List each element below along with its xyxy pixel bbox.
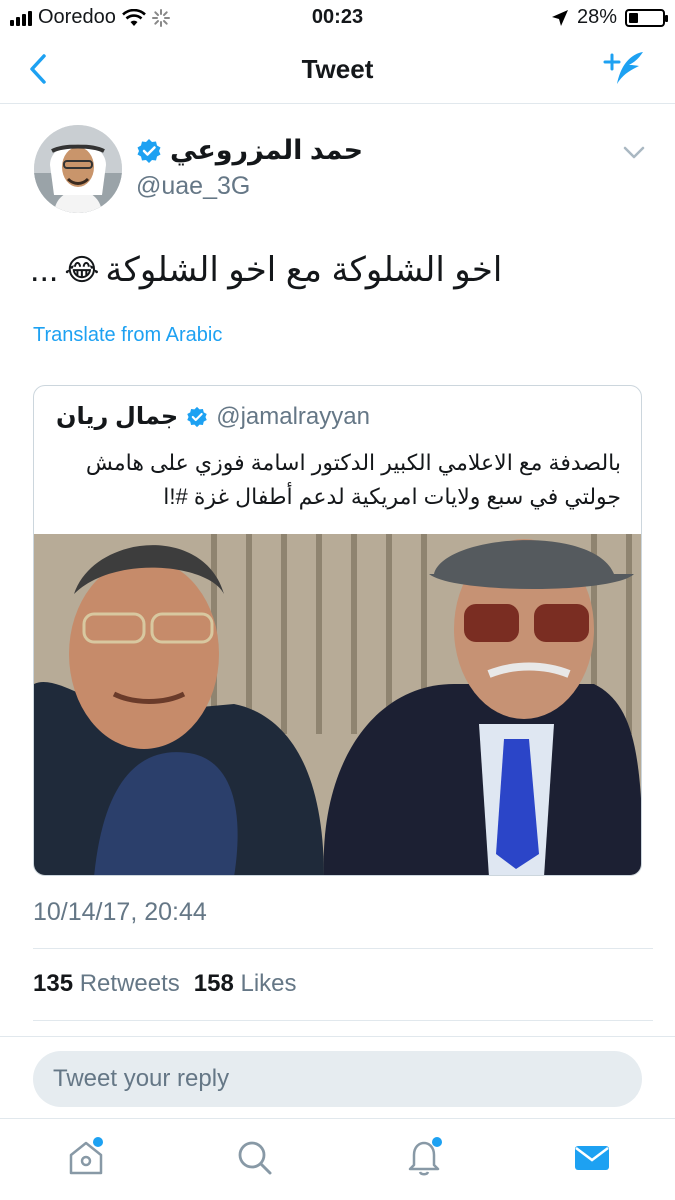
- quote-text-line1: بالصدفة مع الاعلامي الكبير الدكتور اسامة…: [85, 450, 621, 475]
- location-arrow-icon: [551, 9, 568, 26]
- tweet-ellipsis: ...: [30, 250, 59, 289]
- tweet-body: اخو الشلوكة مع اخو الشلوكة: [105, 251, 503, 289]
- home-notification-dot: [93, 1137, 103, 1147]
- status-right: 28%: [551, 6, 668, 29]
- translate-link[interactable]: Translate from Arabic: [33, 324, 222, 347]
- quote-author-handle: @jamalrayyan: [216, 402, 370, 430]
- likes-stat[interactable]: 158 Likes: [194, 970, 297, 998]
- avatar-image: [34, 125, 122, 213]
- tweet-stats: 135 Retweets 158 Likes: [33, 970, 297, 998]
- author-name: حمد المزروعي: [170, 135, 364, 165]
- author-name-row[interactable]: حمد المزروعي: [136, 135, 363, 166]
- search-icon[interactable]: [234, 1137, 274, 1177]
- likes-count: 158: [193, 970, 234, 997]
- tweet-emoji: 😂: [64, 253, 100, 287]
- quote-header: جمال ريان @jamalrayyan: [56, 402, 370, 431]
- verified-badge-icon: [187, 406, 207, 427]
- nav-bar: Tweet: [0, 34, 675, 104]
- quote-text: بالصدفة مع الاعلامي الكبير الدكتور اسامة…: [52, 446, 621, 514]
- divider: [33, 948, 653, 949]
- retweets-stat[interactable]: 135 Retweets: [33, 970, 180, 998]
- chevron-down-icon[interactable]: [623, 146, 645, 160]
- tab-bar: [0, 1118, 675, 1200]
- retweets-label: Retweets: [79, 970, 180, 997]
- battery-fill: [629, 12, 638, 23]
- retweets-count: 135: [33, 970, 74, 997]
- tweet-timestamp: 10/14/17, 20:44: [33, 898, 207, 926]
- reply-area: [0, 1036, 675, 1118]
- reply-input[interactable]: [33, 1051, 642, 1107]
- status-bar: Ooredoo 00:23 28%: [0, 0, 675, 34]
- battery-icon: [625, 8, 668, 27]
- compose-tweet-icon[interactable]: [601, 48, 647, 90]
- page-title: Tweet: [301, 54, 374, 84]
- quote-author-name: جمال ريان: [56, 403, 179, 430]
- quote-text-line2: جولتي في سبع ولايات امريكية لدعم أطفال غ…: [163, 484, 621, 509]
- quoted-tweet[interactable]: جمال ريان @jamalrayyan بالصدفة مع الاعلا…: [33, 385, 642, 876]
- messages-icon[interactable]: [572, 1137, 612, 1177]
- verified-badge-icon: [137, 138, 161, 163]
- avatar[interactable]: [34, 125, 122, 213]
- divider: [33, 1020, 653, 1021]
- notifications-dot: [432, 1137, 442, 1147]
- tweet-text: ... 😂 اخو الشلوكة مع اخو الشلوكة: [30, 250, 502, 290]
- author-handle[interactable]: @uae_3G: [136, 172, 250, 201]
- quote-photo[interactable]: [34, 534, 642, 876]
- likes-label: Likes: [240, 970, 297, 997]
- battery-percent: 28%: [576, 6, 617, 28]
